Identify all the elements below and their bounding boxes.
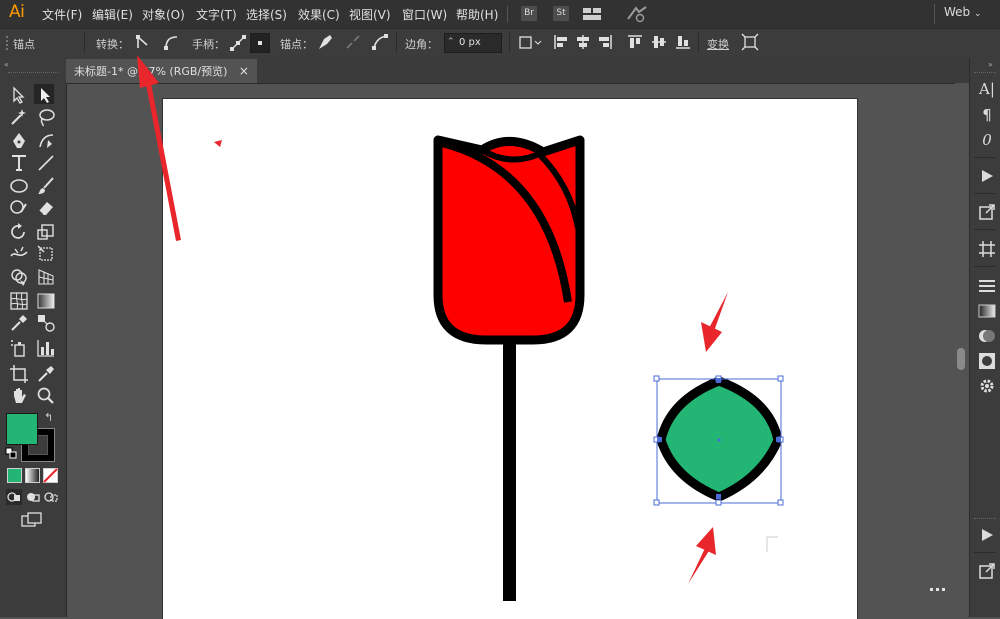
panel-grip [974, 72, 996, 73]
watermark-dots [930, 588, 945, 591]
panel-divider [974, 552, 996, 553]
rose-stem[interactable] [503, 335, 516, 601]
export-icon[interactable] [978, 203, 996, 221]
center-point [717, 438, 721, 442]
character-panel-icon[interactable]: A| [978, 80, 996, 98]
panel-grip [974, 518, 996, 519]
panel-divider [974, 157, 996, 158]
paragraph-panel-icon[interactable]: ¶ [978, 106, 996, 124]
opentype-panel-icon[interactable]: 0 [978, 131, 996, 149]
export-icon[interactable] [978, 562, 996, 580]
crop-mark [766, 536, 778, 552]
transparency-panel-icon[interactable] [978, 327, 996, 345]
panel-divider [974, 193, 996, 194]
annotation-marker [214, 140, 222, 147]
appearance-panel-icon[interactable] [978, 352, 996, 370]
fill-swatch[interactable] [6, 413, 38, 445]
stroke-panel-icon[interactable] [978, 277, 996, 295]
panel-divider [974, 229, 996, 230]
artwork-layer [137, 55, 945, 601]
expand-panels-icon[interactable]: » [988, 60, 993, 69]
play-action-icon[interactable] [979, 527, 995, 543]
annotation-arrow-shaft [145, 78, 181, 241]
play-action-icon[interactable] [979, 168, 995, 184]
settings-gear-icon[interactable] [978, 377, 996, 395]
annotation-arrow-head [137, 55, 159, 88]
artboards-panel-icon[interactable] [978, 240, 996, 258]
rose-head[interactable] [433, 135, 585, 345]
gradient-panel-icon[interactable] [978, 302, 996, 320]
panel-divider [974, 266, 996, 267]
